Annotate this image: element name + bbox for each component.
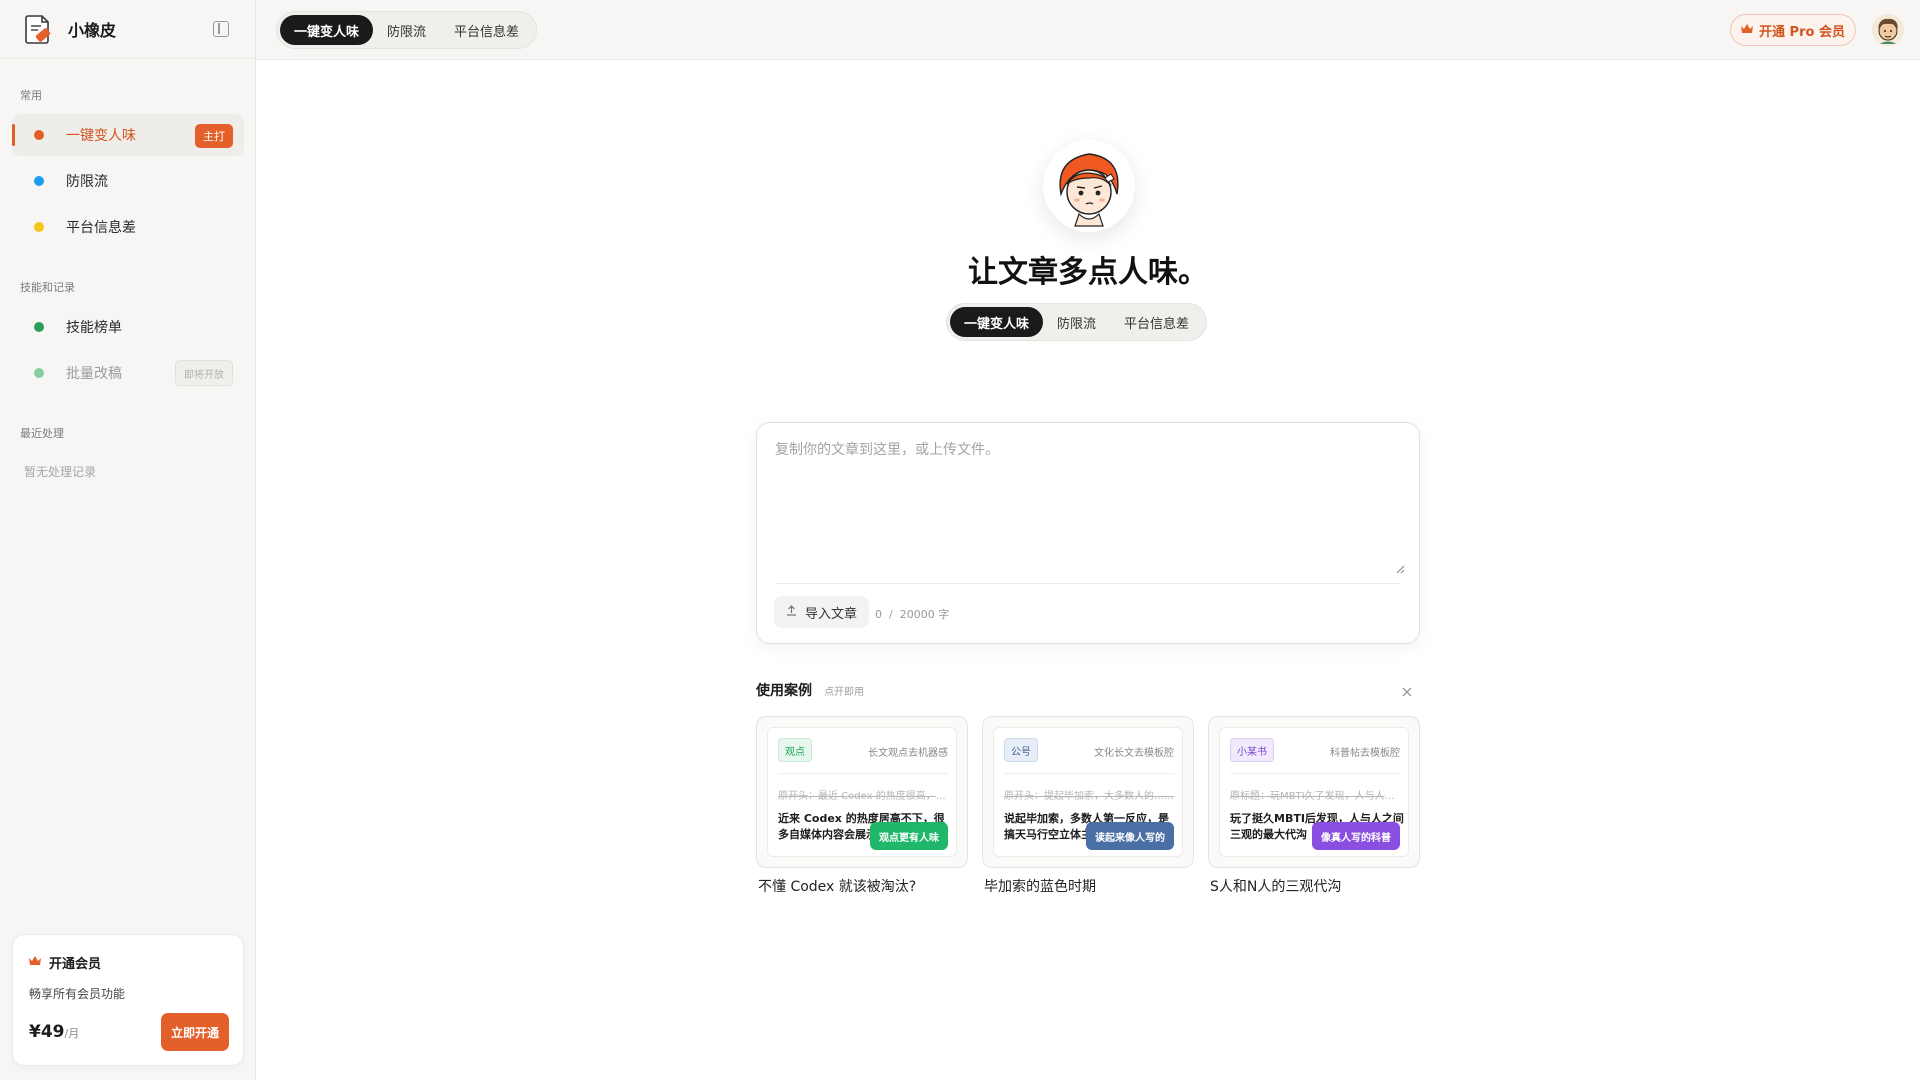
mascot-avatar <box>1043 140 1135 232</box>
sidebar-toggle-icon[interactable] <box>213 21 229 37</box>
example-tag: 观点 <box>778 738 812 762</box>
vip-subscribe-button[interactable]: 立即开通 <box>161 1013 229 1051</box>
examples-title: 使用案例 <box>756 683 812 699</box>
example-result-chip: 像真人写的科普 <box>1312 822 1400 850</box>
tab-humanize[interactable]: 一键变人味 <box>950 307 1044 337</box>
example-preview: 公号 文化长文去模板腔 原开头：提起毕加索，大多数人的…… 说起毕加索，多数人第… <box>993 727 1183 857</box>
counter-separator: / <box>885 608 897 621</box>
status-dot-icon <box>34 176 44 186</box>
sidebar-item-batch-edit: 批量改稿 即将开放 <box>12 352 244 394</box>
section-title-skills: 技能和记录 <box>20 281 75 294</box>
example-original: 原开头：提起毕加索，大多数人的…… <box>1004 791 1174 802</box>
user-avatar[interactable] <box>1872 14 1904 46</box>
example-category: 文化长文去模板腔 <box>1094 748 1174 759</box>
upload-icon <box>786 605 797 619</box>
eraser-logo-icon <box>22 13 54 45</box>
word-count: 0 <box>875 608 882 621</box>
status-dot-icon <box>34 322 44 332</box>
resize-handle-icon[interactable] <box>1395 559 1405 574</box>
sidebar: 小橡皮 常用 一键变人味 主打 防限流 平台信息差 技能和记录 技能榜单 批量改… <box>0 0 256 1080</box>
sidebar-item-humanize[interactable]: 一键变人味 主打 <box>12 114 244 156</box>
mode-switcher-hero: 一键变人味 防限流 平台信息差 <box>946 303 1208 341</box>
article-editor: 导入文章 0 / 20000 字 <box>756 422 1420 644</box>
mode-switcher-top: 一键变人味 防限流 平台信息差 <box>276 11 538 49</box>
word-counter: 0 / 20000 字 <box>875 606 949 622</box>
sidebar-item-label: 批量改稿 <box>66 366 122 382</box>
word-unit: 字 <box>938 608 950 621</box>
article-input[interactable] <box>775 439 1401 589</box>
example-card[interactable]: 观点 长文观点去机器感 原开头：最近 Codex 的热度很高，…… 近来 Cod… <box>756 716 968 868</box>
import-article-label: 导入文章 <box>805 606 858 622</box>
example-preview: 小某书 科普帖去模板腔 原标题：玩MBTI久了发现，人与人…… 玩了挺久MBTI… <box>1219 727 1409 857</box>
crown-icon <box>29 955 41 970</box>
example-original: 原开头：最近 Codex 的热度很高，…… <box>778 791 950 802</box>
section-title-recent: 最近处理 <box>20 427 64 440</box>
recent-empty-text: 暂无处理记录 <box>24 465 97 479</box>
hero-title: 让文章多点人味。 <box>968 255 1208 290</box>
example-result-chip: 读起来像人写的 <box>1086 822 1174 850</box>
pro-membership-button[interactable]: 开通 Pro 会员 <box>1730 14 1856 46</box>
example-result-chip: 观点更有人味 <box>870 822 948 850</box>
sidebar-item-label: 技能榜单 <box>66 320 122 336</box>
examples-header: 使用案例 点开即用 <box>756 680 864 700</box>
word-max: 20000 <box>899 608 935 621</box>
crown-icon <box>1741 23 1754 38</box>
close-icon[interactable] <box>1401 683 1413 697</box>
example-original: 原标题：玩MBTI久了发现，人与人…… <box>1230 791 1402 802</box>
divider <box>778 773 948 774</box>
example-caption[interactable]: 毕加索的蓝色时期 <box>984 876 1096 896</box>
examples-subtitle: 点开即用 <box>824 687 864 698</box>
divider <box>1230 773 1400 774</box>
sidebar-item-skill-ranking[interactable]: 技能榜单 <box>12 306 244 348</box>
example-caption[interactable]: 不懂 Codex 就该被淘汰? <box>758 876 916 896</box>
vip-price-value: ¥49 <box>29 1022 65 1042</box>
section-title-common: 常用 <box>20 89 42 102</box>
example-card[interactable]: 小某书 科普帖去模板腔 原标题：玩MBTI久了发现，人与人…… 玩了挺久MBTI… <box>1208 716 1420 868</box>
vip-price-unit: /月 <box>64 1027 80 1040</box>
featured-badge: 主打 <box>195 124 233 148</box>
sidebar-item-label: 平台信息差 <box>66 220 136 236</box>
example-category: 长文观点去机器感 <box>868 748 948 759</box>
app-name: 小橡皮 <box>68 21 117 40</box>
tab-anti-throttle[interactable]: 防限流 <box>373 15 440 45</box>
vip-description: 畅享所有会员功能 <box>29 987 126 1001</box>
vip-title-label: 开通会员 <box>49 957 102 972</box>
editor-divider <box>775 583 1401 584</box>
example-caption[interactable]: S人和N人的三观代沟 <box>1210 876 1341 896</box>
example-category: 科普帖去模板腔 <box>1330 748 1400 759</box>
sidebar-item-platform-gap[interactable]: 平台信息差 <box>12 206 244 248</box>
status-dot-icon <box>34 368 44 378</box>
vip-title: 开通会员 <box>29 953 101 972</box>
coming-soon-badge: 即将开放 <box>175 360 233 386</box>
sidebar-item-label: 防限流 <box>66 174 108 190</box>
divider <box>1004 773 1174 774</box>
topbar: 一键变人味 防限流 平台信息差 开通 Pro 会员 <box>256 0 1920 60</box>
sidebar-item-label: 一键变人味 <box>66 128 136 144</box>
import-article-button[interactable]: 导入文章 <box>774 596 870 628</box>
example-tag: 小某书 <box>1230 738 1274 762</box>
vip-card: 开通会员 畅享所有会员功能 ¥49/月 立即开通 <box>12 934 244 1066</box>
example-preview: 观点 长文观点去机器感 原开头：最近 Codex 的热度很高，…… 近来 Cod… <box>767 727 957 857</box>
example-tag: 公号 <box>1004 738 1038 762</box>
sidebar-item-anti-throttle[interactable]: 防限流 <box>12 160 244 202</box>
vip-price: ¥49/月 <box>29 1022 79 1042</box>
tab-platform-gap[interactable]: 平台信息差 <box>1110 307 1203 337</box>
tab-platform-gap[interactable]: 平台信息差 <box>440 15 533 45</box>
tab-anti-throttle[interactable]: 防限流 <box>1043 307 1110 337</box>
pro-button-label: 开通 Pro 会员 <box>1759 24 1845 40</box>
status-dot-icon <box>34 222 44 232</box>
example-card[interactable]: 公号 文化长文去模板腔 原开头：提起毕加索，大多数人的…… 说起毕加索，多数人第… <box>982 716 1194 868</box>
status-dot-icon <box>34 130 44 140</box>
tab-humanize[interactable]: 一键变人味 <box>280 15 374 45</box>
